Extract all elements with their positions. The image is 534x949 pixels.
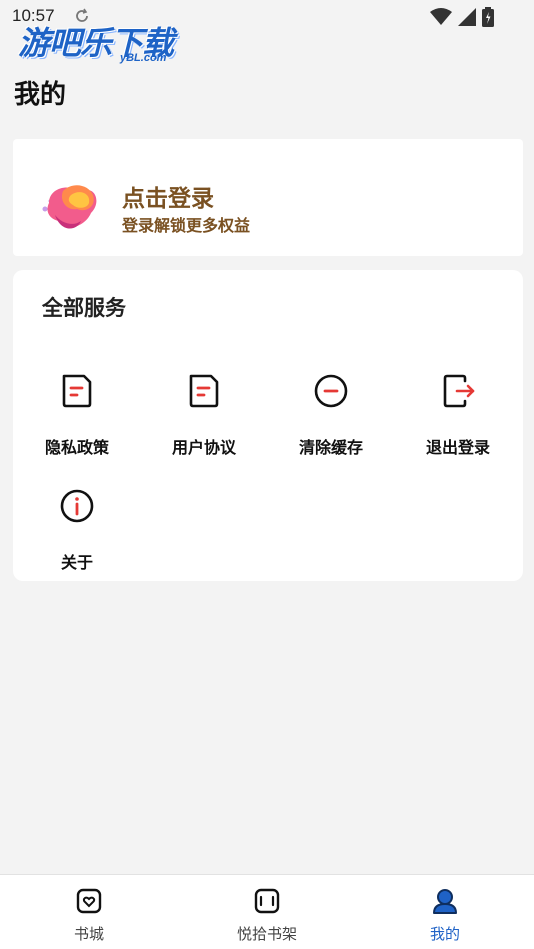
profile-icon	[433, 889, 457, 914]
service-label: 退出登录	[425, 438, 490, 457]
service-about[interactable]: 关于	[13, 487, 141, 597]
service-label: 关于	[60, 553, 93, 572]
bookshelf-icon	[254, 888, 280, 914]
status-icons	[430, 6, 494, 28]
page-title: 我的	[14, 80, 67, 110]
avatar	[42, 185, 97, 229]
service-clear-cache[interactable]: 清除缓存	[267, 372, 395, 482]
watermark-sub: yBL.com	[120, 52, 167, 64]
service-user-agreement[interactable]: 用户协议	[140, 372, 268, 482]
service-privacy-policy[interactable]: 隐私政策	[13, 372, 141, 482]
nav-bookstore[interactable]: 书城	[0, 875, 178, 949]
bookstore-icon	[76, 888, 102, 914]
service-label: 用户协议	[171, 438, 236, 457]
services-card: 全部服务 隐私政策 用户协议 清除缓存 退出登录 关于	[13, 270, 523, 581]
service-label: 清除缓存	[298, 438, 363, 457]
battery-icon	[482, 7, 494, 27]
nav-label: 书城	[73, 925, 104, 943]
bottom-nav: 书城 悦拾书架 我的	[0, 874, 534, 949]
services-title: 全部服务	[42, 296, 126, 320]
nav-profile[interactable]: 我的	[356, 875, 534, 949]
wifi-icon	[430, 8, 452, 25]
document-icon	[62, 374, 92, 408]
info-icon	[60, 489, 94, 523]
login-title: 点击登录	[122, 186, 214, 212]
nav-label: 我的	[429, 925, 460, 943]
logout-icon	[443, 374, 475, 408]
nav-label: 悦拾书架	[236, 925, 297, 943]
nav-bookshelf[interactable]: 悦拾书架	[178, 875, 356, 949]
login-subtitle: 登录解锁更多权益	[122, 216, 251, 235]
login-card[interactable]: 点击登录 登录解锁更多权益	[13, 139, 523, 256]
signal-icon	[458, 8, 476, 26]
service-logout[interactable]: 退出登录	[394, 372, 522, 482]
service-label: 隐私政策	[44, 438, 109, 457]
document-icon	[189, 374, 219, 408]
minus-circle-icon	[314, 374, 348, 408]
watermark-logo: 游吧乐下载 yBL.com	[16, 18, 184, 66]
